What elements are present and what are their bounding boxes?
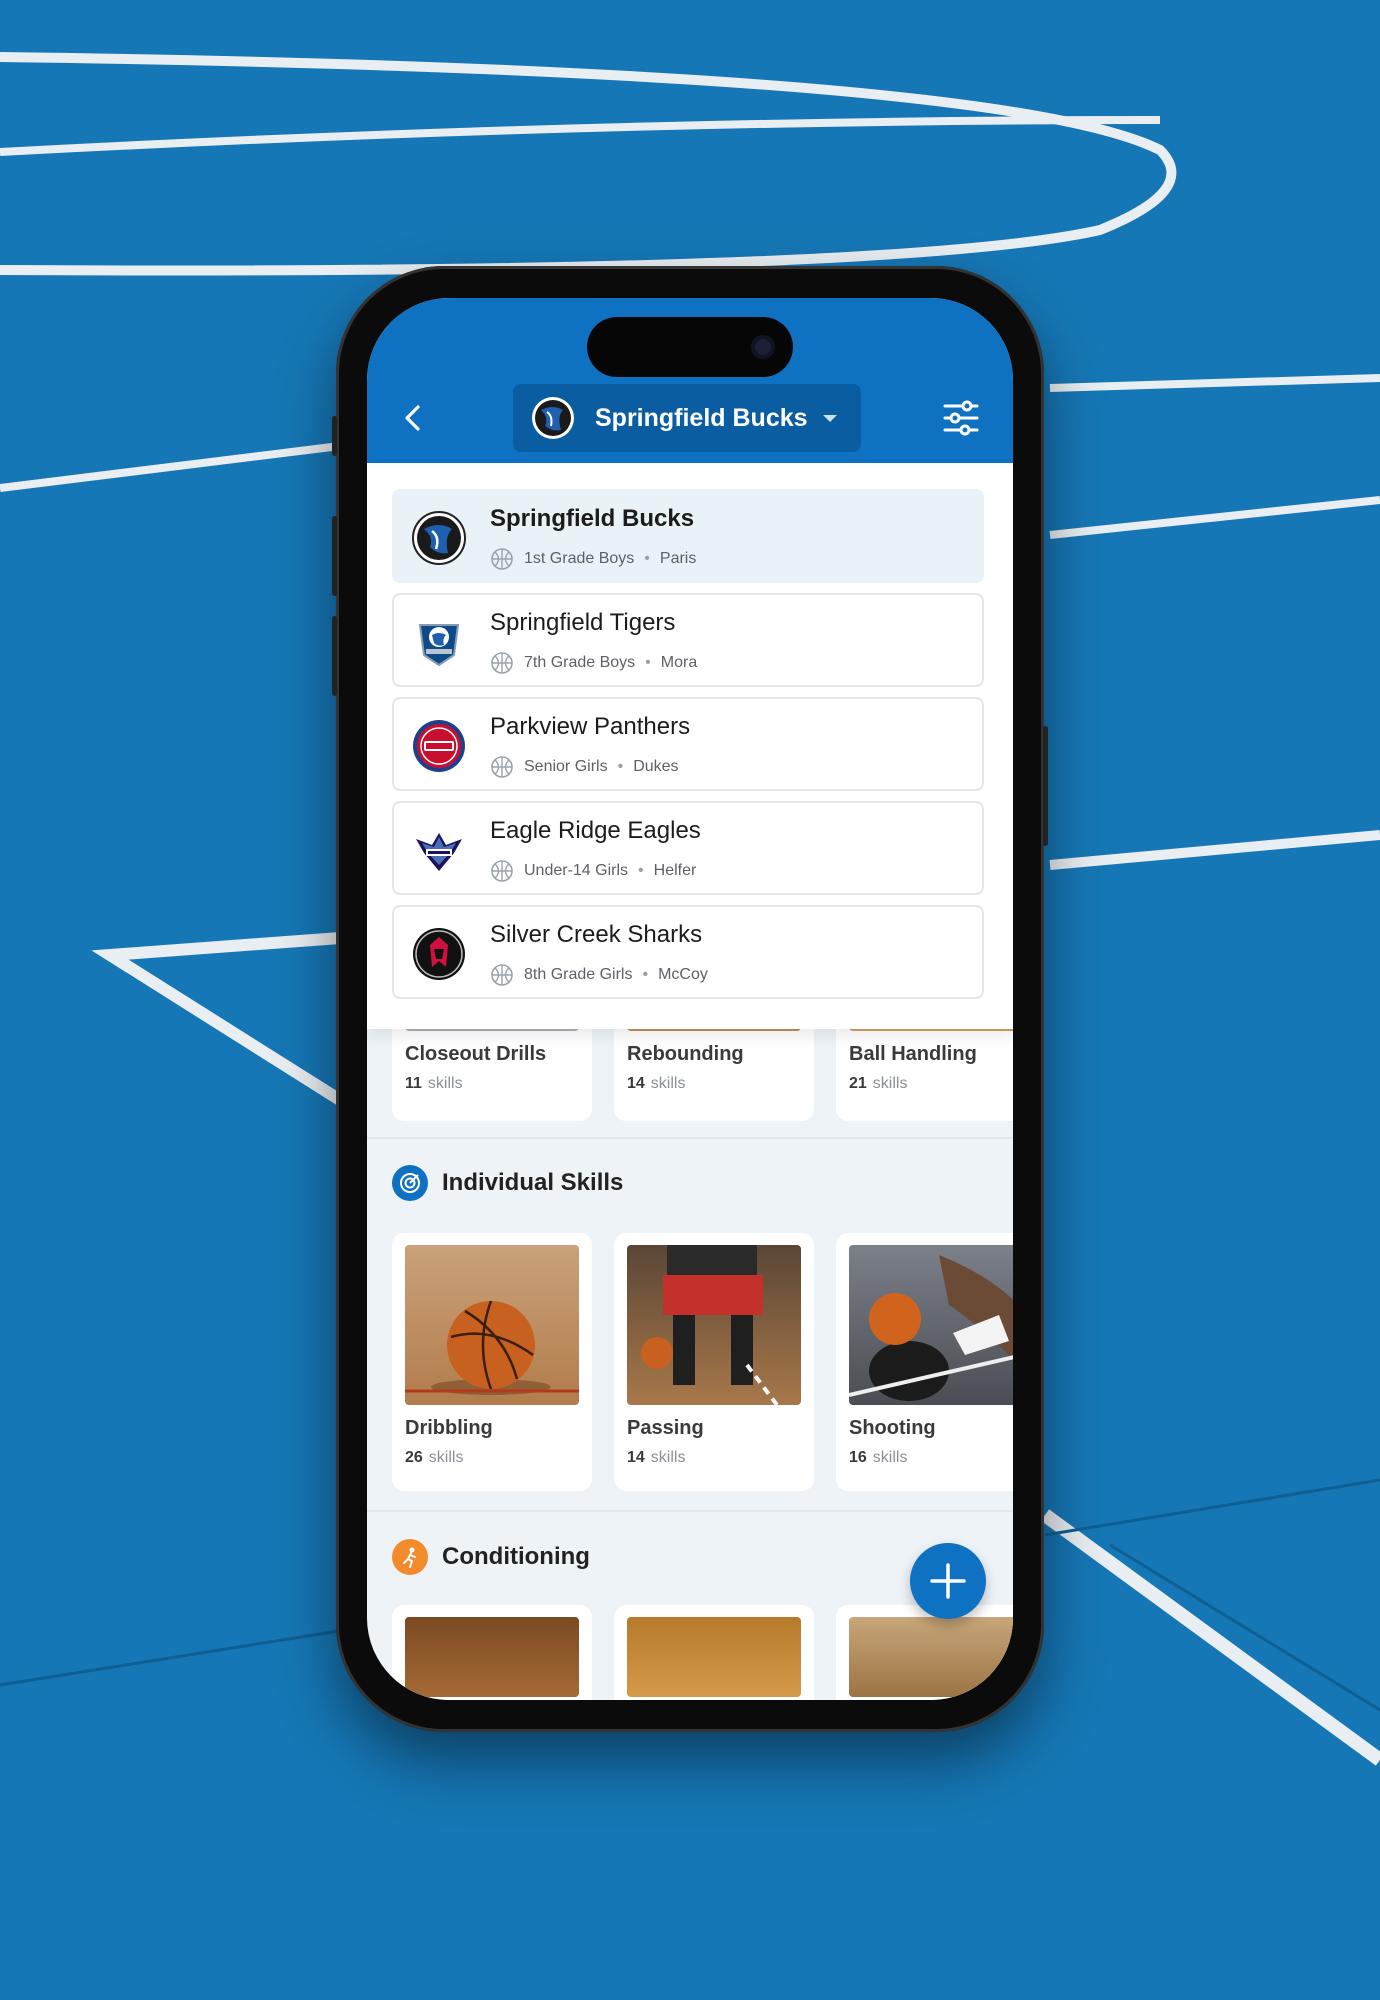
camera [751,335,775,359]
team-division: 8th Grade Girls [524,966,633,983]
team-meta: Senior Girls • Dukes [490,755,679,779]
team-option-eagle-ridge-eagles[interactable]: Eagle Ridge Eagles Under-14 Girls • Helf… [392,801,984,895]
dynamic-island [587,317,793,377]
mute-switch [332,416,337,456]
skill-card[interactable] [392,1605,592,1700]
team-option-silver-creek-sharks[interactable]: Silver Creek Sharks 8th Grade Girls • Mc… [392,905,984,999]
team-logo-icon [532,397,574,439]
card-title: Shooting [849,1417,936,1439]
card-image [627,1245,801,1405]
skill-card[interactable] [614,1605,814,1700]
basketball-icon [491,756,513,778]
separator-dot: • [642,966,649,983]
team-dropdown: Springfield Bucks 1st Grade Boys • Paris… [367,463,1013,1029]
card-title: Rebounding [627,1043,744,1065]
card-title: Passing [627,1417,704,1439]
section-conditioning: Conditioning [392,1539,590,1575]
card-count: 21 skills [849,1075,908,1092]
selected-team-name: Springfield Bucks [595,403,808,432]
basketball-icon [491,548,513,570]
team-meta: 8th Grade Girls • McCoy [490,963,708,987]
team-name: Eagle Ridge Eagles [490,817,701,844]
team-meta: 1st Grade Boys • Paris [490,547,696,571]
pistons-logo-icon [413,720,465,772]
basketball-icon [491,860,513,882]
skill-card[interactable]: Dribbling 26 skills [392,1233,592,1491]
section-title: Conditioning [442,1543,590,1570]
card-count: 16 skills [849,1449,908,1466]
mavericks-shield-logo-icon [418,624,460,667]
card-image [849,1245,1013,1405]
skill-card[interactable] [836,1605,1013,1700]
team-name: Springfield Tigers [490,609,676,636]
skill-card[interactable]: Passing 14 skills [614,1233,814,1491]
team-coach: Mora [660,654,698,671]
team-meta: Under-14 Girls • Helfer [490,859,696,883]
separator-dot: • [638,862,644,879]
plus-icon [930,1563,966,1599]
caret-down-icon [823,415,837,422]
card-count: 26 skills [405,1449,464,1466]
chevron-left-icon [405,405,420,431]
power-button [1043,726,1048,846]
basketball-icon [491,964,513,986]
card-title: Closeout Drills [405,1043,547,1065]
team-option-springfield-bucks[interactable]: Springfield Bucks 1st Grade Boys • Paris [392,489,984,583]
add-fab-button[interactable] [910,1543,986,1619]
card-image [405,1245,579,1405]
hornets-logo-icon [416,833,462,871]
separator-dot: • [645,654,651,671]
team-coach: McCoy [658,966,708,983]
filter-button[interactable] [941,398,981,438]
card-count: 11 skills [405,1075,463,1092]
team-coach: Paris [659,550,697,567]
team-option-springfield-tigers[interactable]: Springfield Tigers 7th Grade Boys • Mora [392,593,984,687]
basketball-icon [491,652,513,674]
team-division: 7th Grade Boys [524,654,636,671]
phone-frame: Springfield Bucks Closeout Drills 11 ski… [332,266,1048,1732]
card-title: Ball Handling [849,1043,977,1065]
app-header: Springfield Bucks [367,298,1013,463]
card-count: 14 skills [627,1449,686,1466]
sliders-icon [943,400,979,436]
team-coach: Helfer [653,862,697,879]
team-meta: 7th Grade Boys • Mora [490,651,697,675]
team-name: Springfield Bucks [490,505,695,532]
section-divider [367,1137,1013,1139]
target-icon [392,1165,428,1201]
section-divider [367,1510,1013,1512]
runner-icon [392,1539,428,1575]
volume-up-button [332,516,337,596]
team-division: Senior Girls [524,758,608,775]
card-image [849,1617,1013,1697]
card-image [405,1617,579,1697]
card-image [627,1617,801,1697]
app-screen: Springfield Bucks Closeout Drills 11 ski… [367,298,1013,1700]
card-count: 14 skills [627,1075,686,1092]
skill-card[interactable]: Shooting 16 skills [836,1233,1013,1491]
team-selector[interactable]: Springfield Bucks [513,384,861,452]
back-button[interactable] [397,401,431,435]
rockets-logo-icon [413,928,465,980]
section-title: Individual Skills [442,1169,624,1196]
separator-dot: • [617,758,624,775]
separator-dot: • [644,550,650,567]
volume-down-button [332,616,337,696]
section-individual-skills: Individual Skills [392,1165,623,1201]
team-coach: Dukes [633,758,679,775]
team-division: Under-14 Girls [524,862,629,879]
team-division: 1st Grade Boys [524,550,635,567]
team-option-parkview-panthers[interactable]: Parkview Panthers Senior Girls • Dukes [392,697,984,791]
team-name: Parkview Panthers [490,713,691,740]
card-title: Dribbling [405,1417,493,1439]
team-name: Silver Creek Sharks [490,921,703,948]
mavericks-logo-icon [412,511,466,565]
